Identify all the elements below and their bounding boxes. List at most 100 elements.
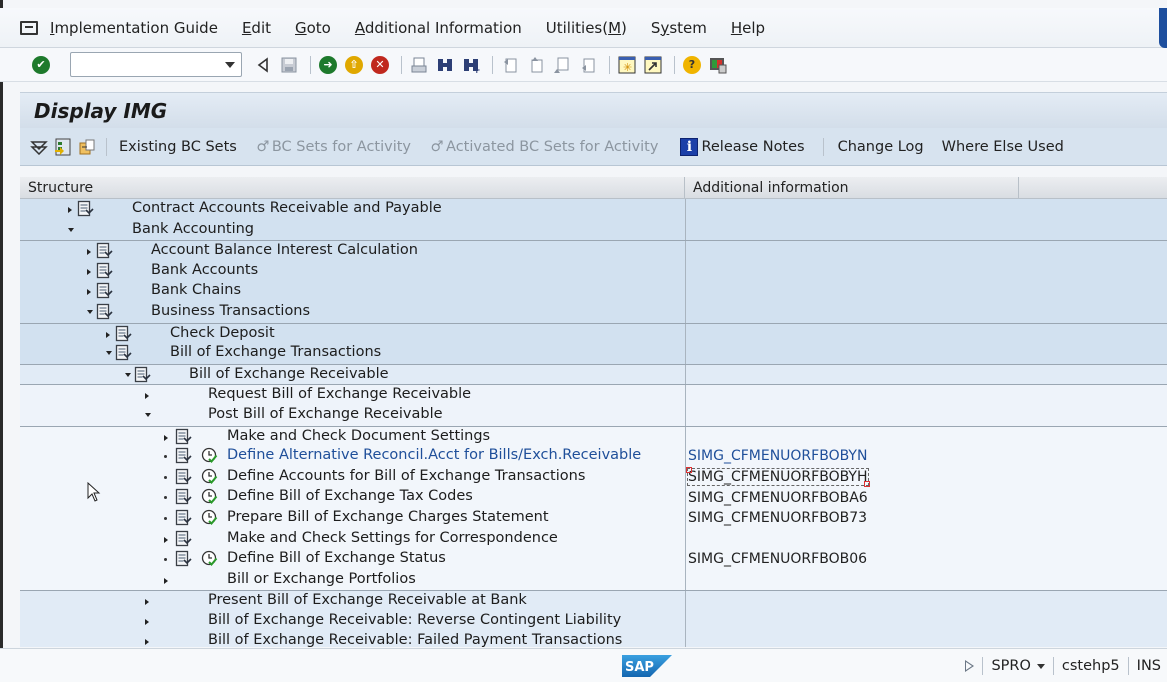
tree-row[interactable]: Bank Accounts	[20, 260, 1167, 282]
enter-button[interactable]: ✔	[30, 54, 52, 76]
node-label[interactable]: Account Balance Interest Calculation	[151, 242, 418, 258]
release-notes-button[interactable]: i Release Notes	[680, 137, 805, 156]
menu-implementation-guide[interactable]: Implementation Guide	[50, 19, 218, 37]
previous-page-button[interactable]	[525, 54, 547, 76]
documentation-icon[interactable]	[175, 550, 192, 567]
menu-help[interactable]: Help	[731, 19, 765, 37]
exit-button[interactable]: ⇧	[343, 54, 365, 76]
tree-row[interactable]: Bill of Exchange Receivable	[20, 363, 1167, 385]
collapse-node-icon[interactable]	[125, 372, 131, 377]
menu-goto[interactable]: Goto	[295, 19, 331, 37]
tree-row[interactable]: Bill of Exchange Receivable: Reverse Con…	[20, 610, 1167, 632]
tree-row[interactable]: Post Bill of Exchange Receivable	[20, 404, 1167, 426]
export-button[interactable]	[78, 138, 96, 156]
help-button[interactable]: ?	[681, 54, 703, 76]
collapse-node-icon[interactable]	[87, 309, 93, 314]
node-label[interactable]: Bank Chains	[151, 282, 241, 298]
documentation-icon[interactable]	[175, 509, 192, 526]
tree-row[interactable]: Make and Check Settings for Corresponden…	[20, 528, 1167, 550]
command-field[interactable]	[70, 52, 242, 77]
node-label[interactable]: Check Deposit	[170, 325, 275, 341]
input-mode[interactable]: INS	[1137, 658, 1161, 674]
tree-row[interactable]: Define Accounts for Bill of Exchange Tra…	[20, 466, 1167, 488]
node-label[interactable]: Bill of Exchange Transactions	[170, 344, 381, 360]
create-shortcut-button[interactable]	[642, 54, 664, 76]
node-label[interactable]: Contract Accounts Receivable and Payable	[132, 200, 442, 216]
documentation-icon[interactable]	[175, 447, 192, 464]
documentation-icon[interactable]	[134, 366, 151, 383]
node-label[interactable]: Business Transactions	[151, 303, 310, 319]
expand-node-icon[interactable]	[164, 434, 168, 441]
node-label[interactable]: Bill of Exchange Receivable: Failed Paym…	[208, 632, 622, 647]
change-log-button[interactable]: Change Log	[838, 139, 924, 155]
execute-activity-icon[interactable]	[201, 468, 218, 485]
transaction-dropdown-icon[interactable]	[1036, 663, 1045, 669]
activated-bc-sets-button[interactable]: ♂ Activated BC Sets for Activity	[429, 138, 659, 156]
tree-row[interactable]: Bill or Exchange Portfolios	[20, 569, 1167, 591]
expand-node-icon[interactable]	[87, 268, 91, 275]
documentation-icon[interactable]	[96, 282, 113, 299]
tree-row[interactable]: Prepare Bill of Exchange Charges Stateme…	[20, 507, 1167, 529]
documentation-icon[interactable]	[175, 488, 192, 505]
find-button[interactable]	[434, 54, 456, 76]
execute-activity-icon[interactable]	[201, 488, 218, 505]
documentation-icon[interactable]	[96, 242, 113, 259]
menu-utilities[interactable]: Utilities(M)	[546, 19, 627, 37]
find-next-button[interactable]: +	[460, 54, 482, 76]
expand-node-icon[interactable]	[87, 249, 91, 256]
expand-node-icon[interactable]	[106, 331, 110, 338]
tree-row[interactable]: Define Bill of Exchange Status SIMG_CFMEN…	[20, 549, 1167, 570]
collapse-node-icon[interactable]	[106, 351, 112, 356]
node-label[interactable]: Bill of Exchange Receivable	[189, 366, 389, 382]
additional-info-text[interactable]: SIMG_CFMENUORFBOB06	[688, 551, 867, 567]
tree-row[interactable]: Check Deposit	[20, 322, 1167, 344]
documentation-icon[interactable]	[96, 262, 113, 279]
command-history-dropdown-icon[interactable]	[225, 62, 235, 68]
expand-node-icon[interactable]	[145, 393, 149, 400]
documentation-icon[interactable]	[175, 530, 192, 547]
documentation-icon[interactable]	[115, 344, 132, 361]
tree-row[interactable]: Bill of Exchange Receivable: Failed Paym…	[20, 631, 1167, 647]
collapse-command-field-button[interactable]	[252, 54, 274, 76]
filter-button[interactable]	[30, 138, 48, 156]
node-label[interactable]: Bank Accounting	[132, 221, 254, 237]
node-label[interactable]: Prepare Bill of Exchange Charges Stateme…	[227, 509, 549, 525]
tree-row[interactable]: Make and Check Document Settings	[20, 425, 1167, 447]
bc-sets-for-activity-button[interactable]: ♂ BC Sets for Activity	[255, 138, 411, 156]
node-label[interactable]: Define Accounts for Bill of Exchange Tra…	[227, 468, 585, 484]
last-page-button[interactable]	[577, 54, 599, 76]
expand-node-icon[interactable]	[68, 207, 72, 213]
tree-row[interactable]: Contract Accounts Receivable and Payable	[20, 199, 1167, 220]
node-label[interactable]: Bank Accounts	[151, 262, 258, 278]
collapse-node-icon[interactable]	[145, 412, 151, 417]
column-header-additional-information[interactable]: Additional information	[685, 177, 1019, 198]
command-input[interactable]	[71, 53, 221, 76]
tree-row[interactable]: Bank Accounting	[20, 219, 1167, 241]
node-label[interactable]: Post Bill of Exchange Receivable	[208, 406, 443, 422]
expand-node-icon[interactable]	[145, 639, 149, 646]
menu-edit[interactable]: Edit	[242, 19, 271, 37]
transaction-code[interactable]: SPRO	[991, 658, 1030, 674]
expand-node-icon[interactable]	[164, 577, 168, 584]
execute-activity-icon[interactable]	[201, 550, 218, 567]
node-label[interactable]: Bill of Exchange Receivable: Reverse Con…	[208, 612, 621, 628]
tree-row[interactable]: Bill of Exchange Transactions	[20, 343, 1167, 364]
tree-row[interactable]: Request Bill of Exchange Receivable	[20, 384, 1167, 405]
tree-row[interactable]: Define Alternative Reconcil.Acct for Bil…	[20, 446, 1167, 467]
documentation-icon[interactable]	[115, 325, 132, 342]
tree-row[interactable]: Present Bill of Exchange Receivable at B…	[20, 590, 1167, 611]
next-page-button[interactable]	[551, 54, 573, 76]
existing-bc-sets-button[interactable]: Existing BC Sets	[119, 139, 237, 155]
additional-info-text[interactable]: SIMG_CFMENUORFBOB73	[688, 510, 867, 526]
node-label[interactable]: Request Bill of Exchange Receivable	[208, 386, 471, 402]
node-label[interactable]: Make and Check Settings for Corresponden…	[227, 530, 558, 546]
tree-row[interactable]: Business Transactions	[20, 301, 1167, 323]
documentation-icon[interactable]	[175, 468, 192, 485]
node-label[interactable]: Bill or Exchange Portfolios	[227, 571, 416, 587]
img-structure-button[interactable]	[54, 138, 72, 156]
tree-row[interactable]: Define Bill of Exchange Tax Codes SIMG_CF…	[20, 487, 1167, 508]
customize-layout-button[interactable]	[707, 54, 729, 76]
node-label[interactable]: Define Bill of Exchange Tax Codes	[227, 488, 473, 504]
node-label[interactable]: Define Alternative Reconcil.Acct for Bil…	[227, 447, 641, 463]
additional-info-text[interactable]: SIMG_CFMENUORFBOBYH	[686, 467, 870, 488]
